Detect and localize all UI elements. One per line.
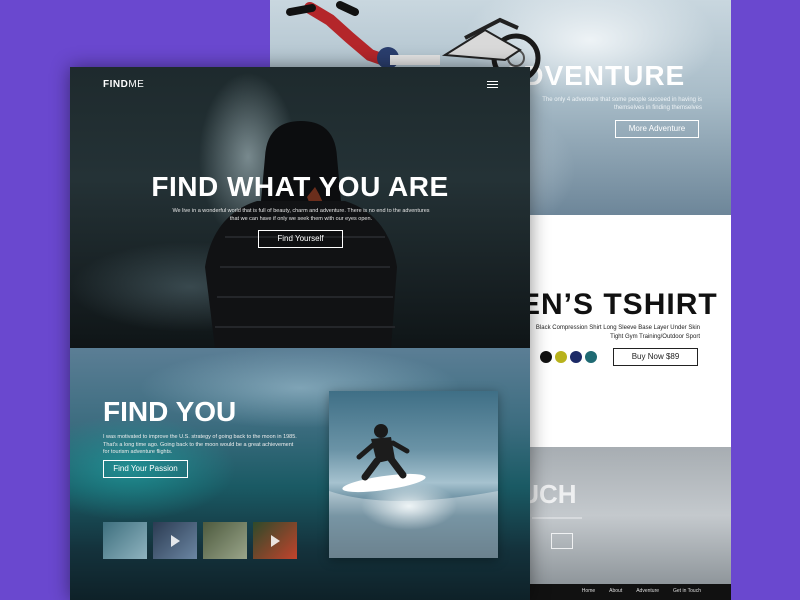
find-you-title: FIND YOU: [103, 396, 237, 427]
product-title: EN’S TSHIRT: [520, 288, 718, 321]
find-you-text: I was motivated to improve the U.S. stra…: [103, 434, 297, 455]
front-page-preview: FINDME FIND WHAT YOU ARE We live in a wo…: [70, 67, 530, 600]
more-adventure-button[interactable]: More Adventure: [615, 120, 699, 138]
footer-link-about[interactable]: About: [609, 588, 622, 594]
color-swatch-black[interactable]: [540, 351, 552, 363]
play-icon: [271, 535, 280, 547]
find-your-passion-button[interactable]: Find Your Passion: [103, 460, 188, 478]
hero-section: FINDME FIND WHAT YOU ARE We live in a wo…: [70, 67, 530, 348]
thumbnail-gallery: [103, 522, 297, 559]
hero-title: FIND WHAT YOU ARE: [151, 171, 449, 202]
product-description: Black Compression Shirt Long Sleeve Base…: [535, 325, 700, 340]
color-swatch-teal[interactable]: [585, 351, 597, 363]
color-swatch-navy[interactable]: [570, 351, 582, 363]
footer-link-adventure[interactable]: Adventure: [636, 588, 659, 594]
color-swatch-olive[interactable]: [555, 351, 567, 363]
surfer-photo: [329, 391, 498, 558]
findme-logo[interactable]: FINDME: [103, 79, 144, 90]
touch-text-line: [532, 517, 582, 533]
footer-nav: Home About Adventure Get in Touch: [582, 588, 701, 594]
surfer-figure: [329, 424, 498, 558]
logo-light-text: ME: [128, 79, 145, 90]
buy-now-button[interactable]: Buy Now $89: [613, 348, 698, 366]
hammock-thumbnail[interactable]: [253, 522, 297, 559]
find-you-section: FIND YOU I was motivated to improve the …: [70, 348, 530, 600]
hiker-thumbnail[interactable]: [153, 522, 197, 559]
backpacker-thumbnail[interactable]: [203, 522, 247, 559]
hamburger-menu-icon[interactable]: [487, 81, 498, 89]
logo-bold-text: FIND: [103, 79, 129, 90]
footer-link-home[interactable]: Home: [582, 588, 595, 594]
footer-link-get-in-touch[interactable]: Get in Touch: [673, 588, 701, 594]
play-icon: [171, 535, 180, 547]
touch-button[interactable]: [551, 533, 573, 549]
hero-text: We live in a wonderful world that is ful…: [172, 208, 430, 222]
surfer-thumbnail[interactable]: [103, 522, 147, 559]
color-swatches: [540, 351, 597, 363]
find-yourself-button[interactable]: Find Yourself: [258, 230, 343, 248]
